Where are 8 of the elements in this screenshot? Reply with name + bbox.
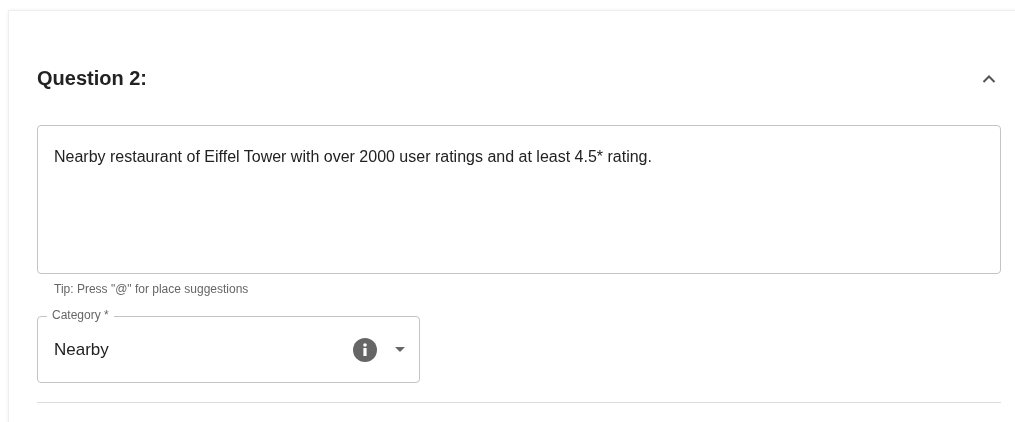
dropdown-caret-icon [395, 347, 405, 352]
field-label: Category * [47, 308, 114, 322]
question-text-field[interactable]: Nearby restaurant of Eiffel Tower with over 2000 user ratings and at least 4.5* rating. [37, 125, 1001, 274]
helper-text: Tip: Press "@" for place suggestions [54, 282, 250, 296]
info-icon[interactable] [353, 337, 377, 362]
chevron-icon [982, 73, 996, 83]
question-title: Question 2: [37, 66, 147, 90]
category-value: Nearby [54, 339, 110, 360]
